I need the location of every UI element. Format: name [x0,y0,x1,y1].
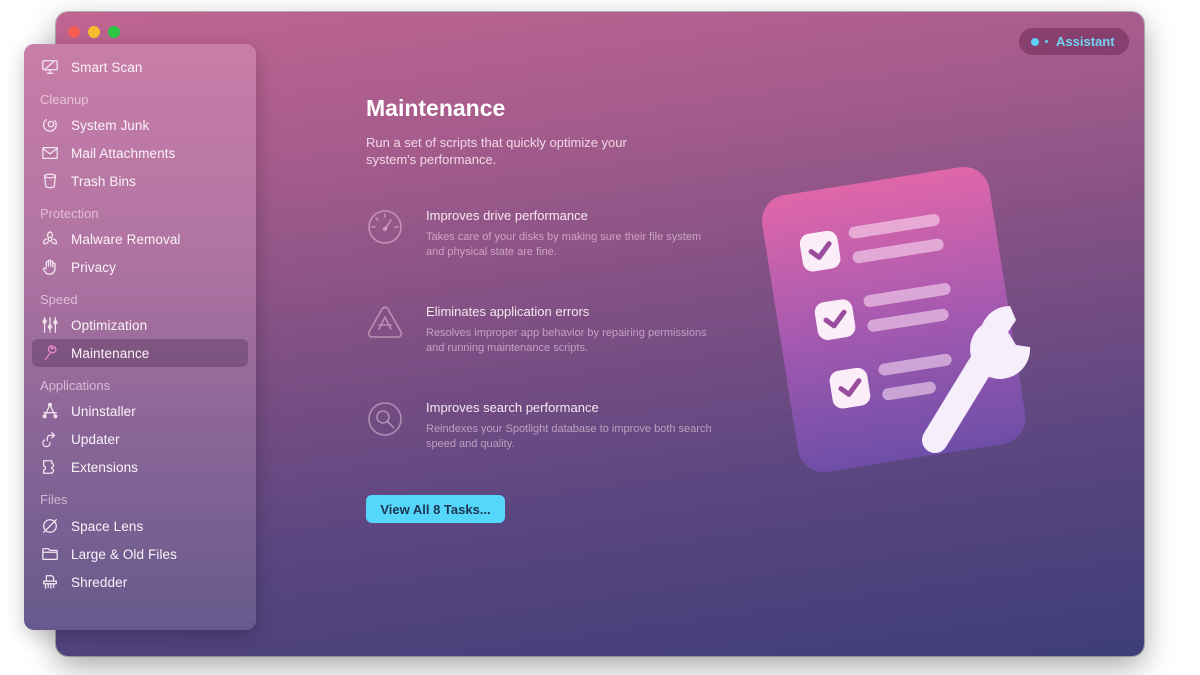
feature-title: Improves drive performance [426,208,588,223]
biohazard-icon [40,229,60,249]
sidebar-item-smart-scan[interactable]: Smart Scan [32,53,248,81]
sidebar-item-label: Space Lens [71,518,144,534]
app-uninstall-icon [40,401,60,421]
sidebar-item-label: Large & Old Files [71,546,177,562]
sidebar-item-updater[interactable]: Updater [32,425,248,453]
folder-icon [40,544,60,564]
planet-icon [40,516,60,536]
sidebar-item-uninstaller[interactable]: Uninstaller [32,397,248,425]
close-button[interactable] [68,26,80,38]
section-label-protection: Protection [40,206,99,221]
section-label-files: Files [40,492,68,507]
feature-title: Improves search performance [426,400,599,415]
sidebar-item-space-lens[interactable]: Space Lens [32,512,248,540]
search-icon [366,400,404,438]
gauge-icon [366,208,404,246]
assistant-label: Assistant [1056,34,1115,49]
mail-icon [40,143,60,163]
sidebar-item-label: System Junk [71,117,150,133]
update-arrow-icon [40,429,60,449]
minimize-button[interactable] [88,26,100,38]
window-controls [68,26,120,38]
page-subtitle: Run a set of scripts that quickly optimi… [366,135,627,167]
sidebar-item-label: Optimization [71,317,148,333]
shredder-icon [40,572,60,592]
section-label-cleanup: Cleanup [40,92,89,107]
wrench-icon [40,343,60,363]
sidebar-item-label: Extensions [71,459,139,475]
sidebar-item-label: Shredder [71,574,128,590]
sidebar-item-label: Malware Removal [71,231,181,247]
sidebar-item-label: Uninstaller [71,403,136,419]
trash-bin-icon [40,171,60,191]
feature-description: Takes care of your disks by making sure … [426,231,702,258]
sidebar-item-mail-attachments[interactable]: Mail Attachments [32,139,248,167]
sidebar-item-system-junk[interactable]: System Junk [32,111,248,139]
sliders-icon [40,315,60,335]
sidebar-item-label: Trash Bins [71,173,137,189]
sidebar-item-trash-bins[interactable]: Trash Bins [32,167,248,195]
maintenance-illustration [750,150,1060,480]
feature-description: Resolves improper app behavior by repair… [426,327,707,354]
sidebar-item-large-old-files[interactable]: Large & Old Files [32,540,248,568]
puzzle-icon [40,457,60,477]
sidebar-item-extensions[interactable]: Extensions [32,453,248,481]
view-all-tasks-button[interactable]: View All 8 Tasks... [366,495,505,523]
feature-title: Eliminates application errors [426,304,590,319]
monitor-scan-icon [40,57,60,77]
sidebar-item-privacy[interactable]: Privacy [32,253,248,281]
sidebar-item-label: Mail Attachments [71,145,176,161]
sidebar: Smart Scan Cleanup System Junk Mail Atta… [24,44,256,630]
sidebar-item-label: Maintenance [71,345,150,361]
sidebar-item-label: Smart Scan [71,59,143,75]
sidebar-item-maintenance[interactable]: Maintenance [32,339,248,367]
sidebar-item-label: Updater [71,431,120,447]
app-triangle-icon [366,304,404,342]
sidebar-item-optimization[interactable]: Optimization [32,311,248,339]
system-junk-icon [40,115,60,135]
section-label-speed: Speed [40,292,78,307]
hand-icon [40,257,60,277]
assistant-status-dot-icon [1031,37,1039,46]
sidebar-item-shredder[interactable]: Shredder [32,568,248,596]
assistant-small-dot-icon [1045,40,1048,43]
feature-description: Reindexes your Spotlight database to imp… [426,423,712,450]
page-title: Maintenance [366,95,506,121]
zoom-button[interactable] [108,26,120,38]
sidebar-item-malware-removal[interactable]: Malware Removal [32,225,248,253]
sidebar-item-label: Privacy [71,259,116,275]
section-label-applications: Applications [40,378,111,393]
assistant-button[interactable]: Assistant [1019,28,1129,55]
